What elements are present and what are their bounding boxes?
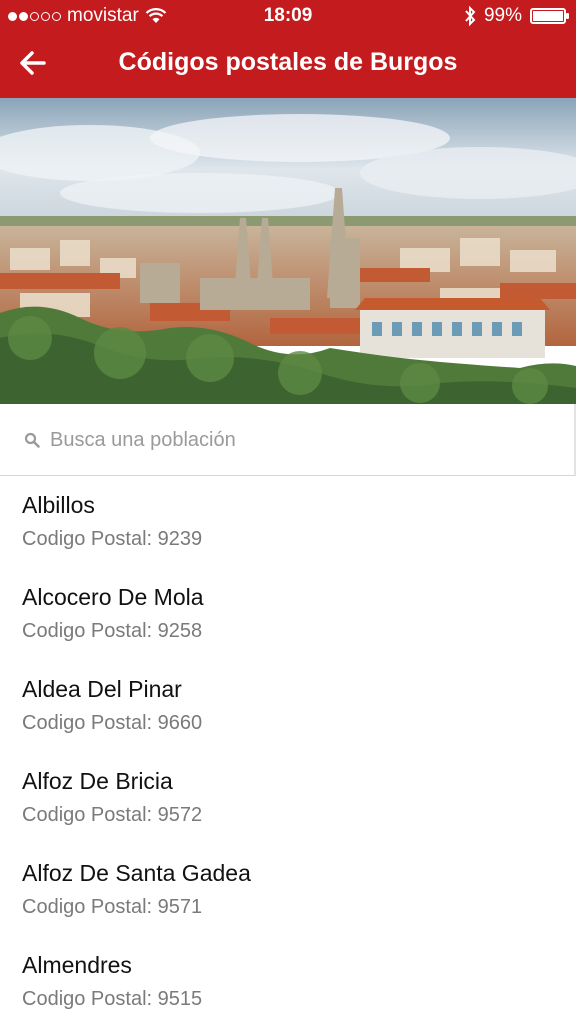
battery-icon bbox=[530, 8, 569, 24]
status-bar: movistar 18:09 99% bbox=[0, 0, 576, 32]
list-item[interactable]: Alfoz De Santa Gadea Codigo Postal: 9571 bbox=[0, 844, 576, 936]
postal-code: Codigo Postal: 9258 bbox=[22, 620, 203, 642]
status-right: 99% bbox=[464, 5, 569, 27]
bluetooth-icon bbox=[465, 6, 476, 26]
town-list: Albillos Codigo Postal: 9239 Alcocero De… bbox=[0, 476, 576, 1024]
battery-percent: 99% bbox=[483, 5, 522, 26]
app-bar: movistar 18:09 99% Códigos postales de B… bbox=[0, 0, 576, 98]
list-item[interactable]: Alcocero De Mola Codigo Postal: 9258 bbox=[0, 568, 576, 660]
postal-code: Codigo Postal: 9515 bbox=[22, 988, 203, 1010]
town-name: Albillos bbox=[22, 492, 95, 518]
list-item[interactable]: Albillos Codigo Postal: 9239 bbox=[0, 476, 576, 568]
postal-code: Codigo Postal: 9572 bbox=[22, 804, 203, 826]
nav-bar: Códigos postales de Burgos bbox=[0, 36, 576, 92]
list-item[interactable]: Aldea Del Pinar Codigo Postal: 9660 bbox=[0, 660, 576, 752]
list-item[interactable]: Almendres Codigo Postal: 9515 bbox=[0, 936, 576, 1024]
town-name: Aldea Del Pinar bbox=[22, 676, 182, 702]
town-name: Alcocero De Mola bbox=[22, 584, 204, 610]
city-banner-image bbox=[0, 98, 576, 404]
postal-code: Codigo Postal: 9571 bbox=[22, 896, 203, 918]
town-name: Almendres bbox=[22, 952, 132, 978]
page-title: Códigos postales de Burgos bbox=[118, 48, 458, 76]
town-name: Alfoz De Santa Gadea bbox=[22, 860, 251, 886]
search-bar bbox=[0, 404, 576, 476]
postal-code: Codigo Postal: 9239 bbox=[22, 528, 203, 550]
town-name: Alfoz De Bricia bbox=[22, 768, 173, 794]
list-item[interactable]: Alfoz De Bricia Codigo Postal: 9572 bbox=[0, 752, 576, 844]
battery-fill bbox=[533, 11, 563, 21]
search-input[interactable] bbox=[50, 422, 550, 458]
postal-code: Codigo Postal: 9660 bbox=[22, 712, 203, 734]
search-icon bbox=[24, 432, 40, 448]
